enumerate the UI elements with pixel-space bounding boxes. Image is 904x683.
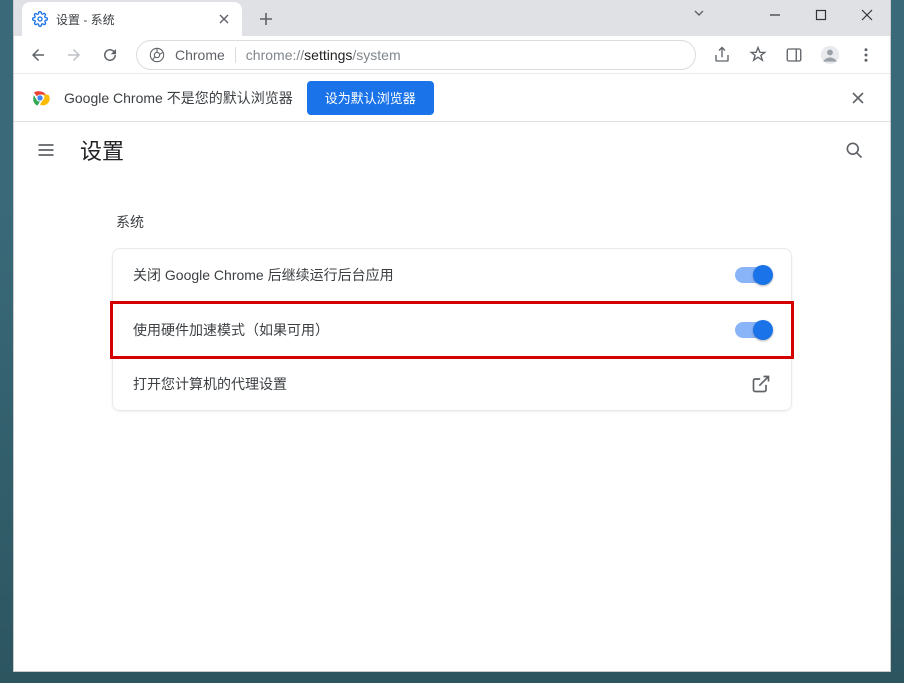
tab-title: 设置 - 系统	[56, 11, 208, 28]
gear-icon	[32, 11, 48, 27]
tab-close-icon[interactable]	[216, 11, 232, 27]
sidepanel-button[interactable]	[778, 39, 810, 71]
divider	[235, 47, 236, 63]
close-window-button[interactable]	[844, 0, 890, 30]
chrome-logo-icon	[30, 88, 50, 108]
section-title: 系统	[116, 212, 792, 232]
new-tab-button[interactable]	[252, 5, 280, 33]
toggle-background-apps[interactable]	[735, 267, 771, 283]
url-text: chrome://settings/system	[246, 47, 401, 63]
infobar-close-button[interactable]	[842, 82, 874, 114]
toggle-hardware-accel[interactable]	[735, 322, 771, 338]
row-hardware-accel: 使用硬件加速模式（如果可用）	[113, 304, 791, 356]
settings-content: 系统 关闭 Google Chrome 后继续运行后台应用 使用硬件加速模式（如…	[14, 178, 890, 671]
search-button[interactable]	[838, 134, 870, 166]
page-title: 设置	[80, 134, 124, 166]
address-bar: Chrome chrome://settings/system	[14, 36, 890, 74]
external-link-icon	[751, 374, 771, 394]
reload-button[interactable]	[94, 39, 126, 71]
highlight-box: 使用硬件加速模式（如果可用）	[110, 301, 794, 359]
bookmark-button[interactable]	[742, 39, 774, 71]
system-settings-card: 关闭 Google Chrome 后继续运行后台应用 使用硬件加速模式（如果可用…	[112, 248, 792, 411]
chrome-icon	[149, 47, 165, 63]
share-button[interactable]	[706, 39, 738, 71]
window-controls	[752, 0, 890, 30]
browser-window: 设置 - 系统 Chro	[13, 0, 891, 672]
row-background-apps: 关闭 Google Chrome 后继续运行后台应用	[113, 249, 791, 302]
browser-tab[interactable]: 设置 - 系统	[22, 2, 242, 36]
back-button[interactable]	[22, 39, 54, 71]
minimize-button[interactable]	[752, 0, 798, 30]
maximize-button[interactable]	[798, 0, 844, 30]
infobar-message: Google Chrome 不是您的默认浏览器	[64, 88, 293, 108]
set-default-button[interactable]: 设为默认浏览器	[307, 81, 434, 115]
row-label: 打开您计算机的代理设置	[133, 374, 751, 394]
site-label: Chrome	[175, 47, 225, 63]
default-browser-infobar: Google Chrome 不是您的默认浏览器 设为默认浏览器	[14, 74, 890, 122]
row-label: 关闭 Google Chrome 后继续运行后台应用	[133, 265, 735, 285]
forward-button[interactable]	[58, 39, 90, 71]
titlebar: 设置 - 系统	[14, 0, 890, 36]
profile-button[interactable]	[814, 39, 846, 71]
menu-button[interactable]	[850, 39, 882, 71]
chevron-down-icon[interactable]	[692, 6, 706, 20]
menu-icon[interactable]	[34, 138, 58, 162]
row-label: 使用硬件加速模式（如果可用）	[133, 320, 735, 340]
settings-header: 设置	[14, 122, 890, 178]
row-proxy-settings[interactable]: 打开您计算机的代理设置	[113, 358, 791, 410]
omnibox[interactable]: Chrome chrome://settings/system	[136, 40, 696, 70]
